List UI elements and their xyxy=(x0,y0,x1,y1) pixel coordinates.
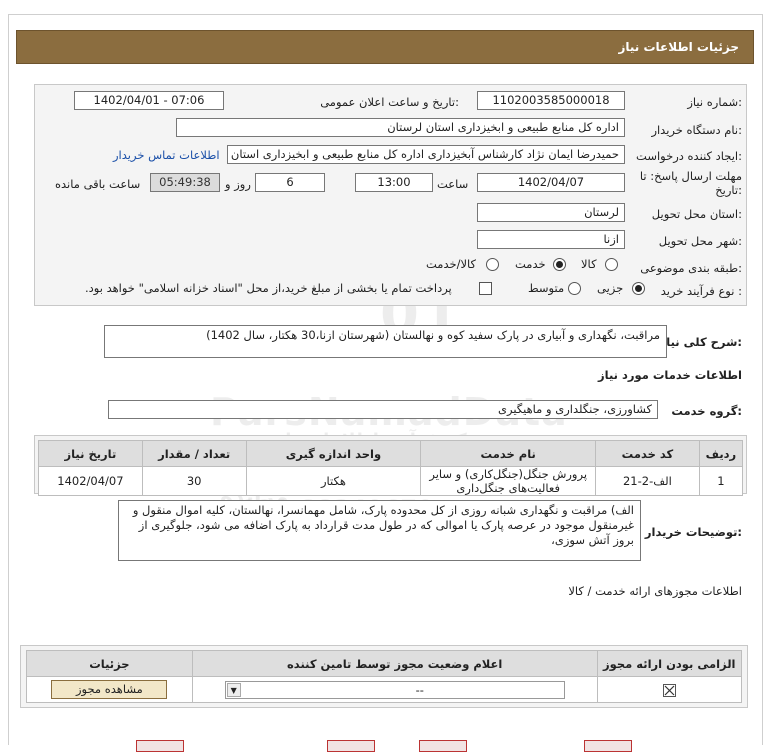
process-radio-minor[interactable] xyxy=(632,282,645,295)
category-option-goods: کالا xyxy=(581,257,597,271)
cell-name: پرورش جنگل(جنگل‌کاری) و سایر فعالیت‌های … xyxy=(420,466,597,496)
page-title: جزئیات اطلاعات نیاز xyxy=(618,40,739,54)
col-header-name: نام خدمت xyxy=(420,440,597,467)
col-header-row: ردیف xyxy=(698,440,744,467)
permit-status-select[interactable]: ▼ -- xyxy=(224,680,565,699)
deadline-time-field[interactable]: 13:00 xyxy=(355,173,433,192)
buyer-org-label: نام دستگاه خریدار: xyxy=(651,123,742,137)
permit-required-cell xyxy=(596,676,743,703)
permits-title: اطلاعات مجوزهای ارائه خدمت / کالا xyxy=(568,584,742,598)
process-radio-medium[interactable] xyxy=(568,282,581,295)
category-radio-both[interactable] xyxy=(486,258,499,271)
category-option-both: کالا/خدمت xyxy=(426,257,477,271)
col-header-date: تاریخ نیاز xyxy=(38,440,143,467)
remaining-time-label: ساعت باقی مانده xyxy=(55,177,141,191)
deadline-label: مهلت ارسال پاسخ: تا تاریخ: xyxy=(639,169,742,197)
process-option-minor: جزیی xyxy=(597,281,624,295)
buyer-notes-label: توضیحات خریدار: xyxy=(644,525,742,539)
cell-date: 1402/04/07 xyxy=(38,466,143,496)
deadline-time-label: ساعت xyxy=(437,177,469,191)
province-field[interactable]: لرستان xyxy=(477,203,625,222)
buyer-notes-field[interactable]: الف) مراقبت و نگهداری شبانه روزی از کل م… xyxy=(118,500,641,561)
permit-details-cell: مشاهده مجوز xyxy=(26,676,193,703)
buyer-org-field[interactable]: اداره کل منابع طبیعی و ابخیزداری استان ل… xyxy=(176,118,625,137)
process-option-medium: متوسط xyxy=(528,281,565,295)
buyer-contact-link[interactable]: اطلاعات تماس خریدار xyxy=(113,148,220,162)
permit-col-required: الزامی بودن ارائه مجوز xyxy=(596,650,743,677)
remaining-time-field: 05:49:38 xyxy=(150,173,220,192)
table-row: ▼ -- مشاهده مجوز xyxy=(26,676,743,703)
footer-button-4[interactable] xyxy=(584,740,632,752)
deadline-date-field[interactable]: 1402/04/07 xyxy=(477,173,625,192)
days-label: روز و xyxy=(225,177,251,191)
requester-field[interactable]: حمیدرضا ایمان نژاد کارشناس آبخیزداری ادا… xyxy=(227,145,625,164)
cell-row: 1 xyxy=(698,466,744,496)
col-header-unit: واحد اندازه گیری xyxy=(245,440,422,467)
footer-button-1[interactable] xyxy=(136,740,184,752)
city-label: شهر محل تحویل: xyxy=(658,234,742,248)
table-row: 1 الف-2-21 پرورش جنگل(جنگل‌کاری) و سایر … xyxy=(38,466,744,496)
summary-label: شرح کلی نیاز: xyxy=(659,335,742,349)
cell-code: الف-2-21 xyxy=(595,466,700,496)
need-number-label: شماره نیاز: xyxy=(687,95,742,109)
announce-date-label: تاریخ و ساعت اعلان عمومی: xyxy=(320,95,459,109)
process-label: نوع فرآیند خرید : xyxy=(660,284,742,298)
category-radio-goods[interactable] xyxy=(605,258,618,271)
col-header-qty: تعداد / مقدار xyxy=(141,440,247,467)
service-group-field[interactable]: کشاورزی، جنگلداری و ماهیگیری xyxy=(108,400,658,419)
chevron-down-icon: ▼ xyxy=(226,682,241,697)
footer-button-3[interactable] xyxy=(419,740,467,752)
permit-status-value: -- xyxy=(415,682,424,697)
items-table: ردیف کد خدمت نام خدمت واحد اندازه گیری ت… xyxy=(38,440,744,496)
province-label: استان محل تحویل: xyxy=(651,207,742,221)
col-header-code: کد خدمت xyxy=(595,440,700,467)
permit-col-status: اعلام وضعیت مجوز توسط تامین کننده xyxy=(191,650,598,677)
permit-col-details: جزئیات xyxy=(26,650,193,677)
service-group-label: گروه خدمت: xyxy=(671,404,742,418)
requester-label: ایجاد کننده درخواست: xyxy=(636,149,742,163)
city-field[interactable]: ازنا xyxy=(477,230,625,249)
category-radio-service[interactable] xyxy=(553,258,566,271)
cell-qty: 30 xyxy=(141,466,247,496)
treasury-payment-note: پرداخت تمام یا بخشی از مبلغ خرید،از محل … xyxy=(85,281,452,295)
treasury-payment-checkbox[interactable] xyxy=(479,282,492,295)
category-label: طبقه بندی موضوعی: xyxy=(640,261,742,275)
view-permit-button[interactable]: مشاهده مجوز xyxy=(51,680,168,699)
announce-date-field[interactable]: 1402/04/01 - 07:06 xyxy=(74,91,224,110)
cell-unit: هکتار xyxy=(245,466,422,496)
required-checkbox-checked-icon xyxy=(662,683,676,697)
summary-field[interactable]: مراقبت، نگهداری و آبیاری در پارک سفید کو… xyxy=(104,325,667,358)
days-field[interactable]: 6 xyxy=(255,173,325,192)
permit-status-cell: ▼ -- xyxy=(191,676,598,703)
footer-button-2[interactable] xyxy=(327,740,375,752)
page-header: جزئیات اطلاعات نیاز xyxy=(16,30,754,64)
need-number-field[interactable]: 1102003585000018 xyxy=(477,91,625,110)
category-option-service: خدمت xyxy=(515,257,546,271)
services-section-title: اطلاعات خدمات مورد نیاز xyxy=(598,368,742,382)
permits-table: الزامی بودن ارائه مجوز اعلام وضعیت مجوز … xyxy=(26,650,743,703)
